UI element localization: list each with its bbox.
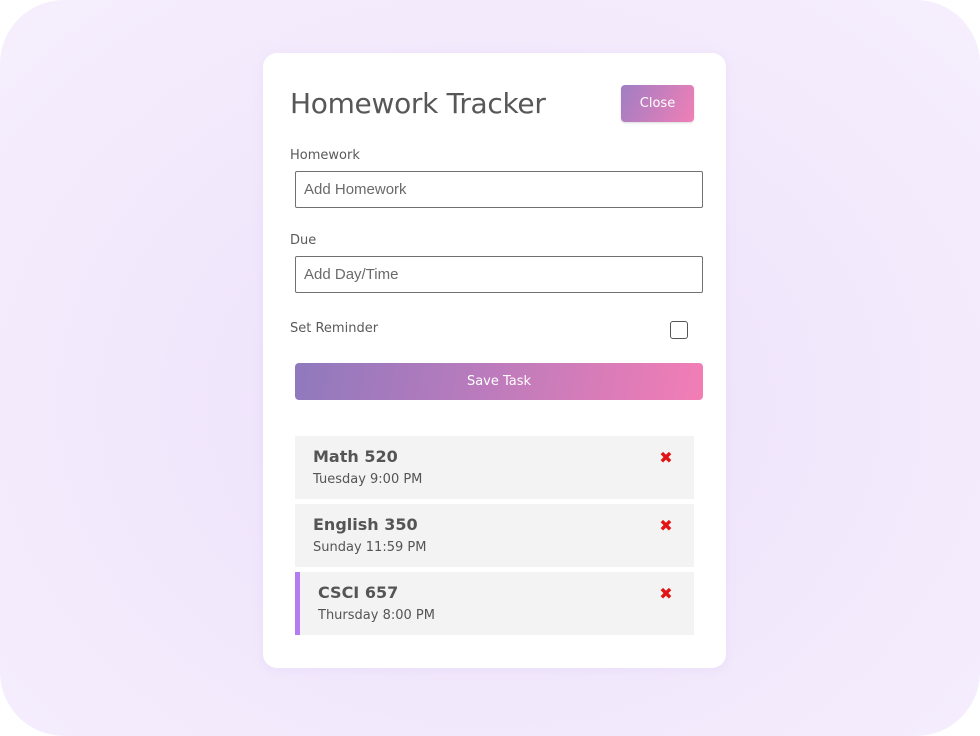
task-item[interactable]: English 350 Sunday 11:59 PM ✖: [295, 504, 694, 567]
close-button[interactable]: Close: [621, 85, 694, 122]
task-item[interactable]: Math 520 Tuesday 9:00 PM ✖: [295, 436, 694, 499]
task-name: CSCI 657: [318, 583, 399, 602]
task-item-reminder[interactable]: CSCI 657 Thursday 8:00 PM ✖: [295, 572, 694, 635]
task-due: Tuesday 9:00 PM: [313, 472, 423, 487]
reminder-label: Set Reminder: [290, 321, 379, 336]
task-due: Sunday 11:59 PM: [313, 540, 427, 555]
page-title: Homework Tracker: [290, 87, 546, 120]
reminder-checkbox[interactable]: [670, 321, 688, 339]
due-label: Due: [290, 233, 317, 248]
task-due: Thursday 8:00 PM: [318, 608, 435, 623]
x-icon[interactable]: ✖: [658, 584, 674, 603]
task-name: Math 520: [313, 447, 398, 466]
x-icon[interactable]: ✖: [658, 516, 674, 535]
task-name: English 350: [313, 515, 418, 534]
save-task-button[interactable]: Save Task: [295, 363, 703, 400]
due-input[interactable]: [295, 256, 703, 293]
homework-input[interactable]: [295, 171, 703, 208]
x-icon[interactable]: ✖: [658, 448, 674, 467]
homework-label: Homework: [290, 148, 360, 163]
homework-tracker-card: Homework Tracker Close Homework Due Set …: [263, 53, 726, 668]
